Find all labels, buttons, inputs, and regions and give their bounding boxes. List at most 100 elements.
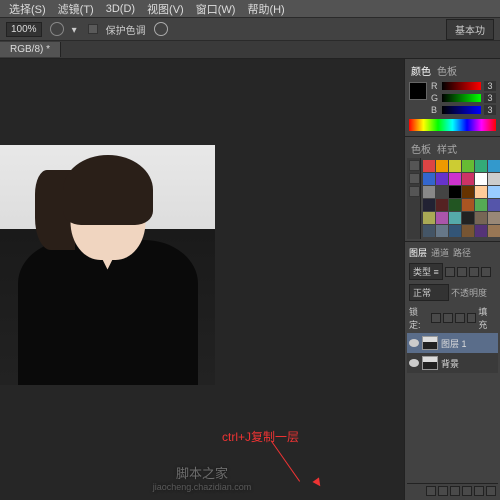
swatch[interactable] [488, 173, 500, 185]
tab-styles[interactable]: 样式 [437, 141, 457, 156]
menu-help[interactable]: 帮助(H) [242, 0, 289, 19]
g-value[interactable]: 3 [484, 93, 496, 103]
char-icon[interactable] [409, 186, 420, 197]
swatch[interactable] [462, 199, 474, 211]
tab-paths[interactable]: 路径 [453, 246, 471, 259]
b-slider[interactable] [442, 106, 481, 114]
filter-icon[interactable] [457, 267, 467, 277]
color-spectrum[interactable] [409, 119, 496, 131]
swatch[interactable] [488, 225, 500, 237]
menu-window[interactable]: 窗口(W) [191, 0, 241, 19]
swatch[interactable] [449, 212, 461, 224]
tab-color[interactable]: 颜色 [411, 63, 431, 78]
r-slider[interactable] [442, 82, 481, 90]
swatch[interactable] [436, 173, 448, 185]
swatch[interactable] [423, 212, 435, 224]
swatch[interactable] [488, 199, 500, 211]
filter-icon[interactable] [469, 267, 479, 277]
menu-select[interactable]: 选择(S) [4, 0, 51, 19]
watermark-main: 脚本之家 [153, 463, 252, 482]
swatch[interactable] [436, 225, 448, 237]
adjustment-icon[interactable] [450, 486, 460, 496]
swatch[interactable] [423, 160, 435, 172]
visibility-icon[interactable] [409, 339, 419, 347]
swatch[interactable] [462, 225, 474, 237]
swatch[interactable] [462, 212, 474, 224]
swatch[interactable] [436, 212, 448, 224]
lock-position-icon[interactable] [455, 313, 465, 323]
color-panel: 颜色 色板 R 3 G 3 B [405, 59, 500, 137]
tab-swatches[interactable]: 色板 [411, 141, 431, 156]
swatch[interactable] [475, 173, 487, 185]
zoom-input[interactable]: 100% [6, 22, 42, 37]
r-value[interactable]: 3 [484, 81, 496, 91]
checkbox-protect[interactable] [88, 24, 98, 34]
swatch[interactable] [436, 160, 448, 172]
brush-preview-icon[interactable] [50, 22, 64, 36]
mask-icon[interactable] [438, 486, 448, 496]
paragraph-icon[interactable] [409, 173, 420, 184]
lock-transparent-icon[interactable] [431, 313, 441, 323]
swatch[interactable] [423, 173, 435, 185]
chevron-down-icon[interactable]: ▾ [72, 25, 80, 33]
document-tab[interactable]: RGB/8) * [0, 42, 61, 57]
layer-thumbnail[interactable] [422, 336, 438, 350]
swatch[interactable] [462, 186, 474, 198]
swatch[interactable] [449, 173, 461, 185]
swatch[interactable] [423, 186, 435, 198]
visibility-icon[interactable] [409, 359, 419, 367]
swatch[interactable] [436, 186, 448, 198]
swatch[interactable] [423, 225, 435, 237]
swatches-panel: 色板 样式 [405, 137, 500, 242]
swatch[interactable] [475, 225, 487, 237]
tab-swatches-alt[interactable]: 色板 [437, 63, 457, 78]
tab-layers[interactable]: 图层 [409, 246, 427, 259]
filter-icon[interactable] [481, 267, 491, 277]
swatch[interactable] [488, 186, 500, 198]
layer-row[interactable]: 背景 [407, 353, 498, 373]
tool-icon[interactable] [154, 22, 168, 36]
menu-bar: 选择(S) 滤镜(T) 3D(D) 视图(V) 窗口(W) 帮助(H) [0, 0, 500, 17]
swatch[interactable] [449, 160, 461, 172]
swatch[interactable] [449, 186, 461, 198]
canvas-area[interactable]: ctrl+J复制一层 脚本之家 jiaocheng.chazidian.com [0, 59, 404, 500]
layer-thumbnail[interactable] [422, 356, 438, 370]
trash-icon[interactable] [486, 486, 496, 496]
swatch[interactable] [462, 160, 474, 172]
swatch[interactable] [462, 173, 474, 185]
new-layer-icon[interactable] [474, 486, 484, 496]
layer-filter-dropdown[interactable]: 类型 ≡ [409, 263, 443, 280]
g-slider[interactable] [442, 94, 481, 102]
swatch[interactable] [488, 160, 500, 172]
lock-all-icon[interactable] [467, 313, 477, 323]
b-value[interactable]: 3 [484, 105, 496, 115]
right-panels: 颜色 色板 R 3 G 3 B [404, 59, 500, 500]
swatch[interactable] [475, 186, 487, 198]
swatch[interactable] [475, 160, 487, 172]
menu-view[interactable]: 视图(V) [142, 0, 189, 19]
tab-channels[interactable]: 通道 [431, 246, 449, 259]
foreground-color[interactable] [409, 82, 427, 100]
fx-icon[interactable] [426, 486, 436, 496]
layer-name[interactable]: 图层 1 [441, 337, 467, 350]
menu-filter[interactable]: 滤镜(T) [53, 0, 99, 19]
protect-tone-label: 保护色调 [106, 22, 146, 37]
letter-icon[interactable] [409, 160, 420, 171]
layer-name[interactable]: 背景 [441, 357, 459, 370]
swatch[interactable] [475, 199, 487, 211]
swatch[interactable] [423, 199, 435, 211]
swatch[interactable] [488, 212, 500, 224]
lock-image-icon[interactable] [443, 313, 453, 323]
options-bar: 100% ▾ 保护色调 基本功 [0, 17, 500, 41]
swatch[interactable] [449, 199, 461, 211]
blend-mode-dropdown[interactable]: 正常 [409, 284, 449, 301]
layer-row[interactable]: 图层 1 [407, 333, 498, 353]
swatch[interactable] [449, 225, 461, 237]
menu-3d[interactable]: 3D(D) [101, 1, 140, 17]
workspace-switcher[interactable]: 基本功 [446, 19, 494, 40]
group-icon[interactable] [462, 486, 472, 496]
watermark-sub: jiaocheng.chazidian.com [153, 482, 252, 492]
swatch[interactable] [436, 199, 448, 211]
swatch[interactable] [475, 212, 487, 224]
filter-icon[interactable] [445, 267, 455, 277]
